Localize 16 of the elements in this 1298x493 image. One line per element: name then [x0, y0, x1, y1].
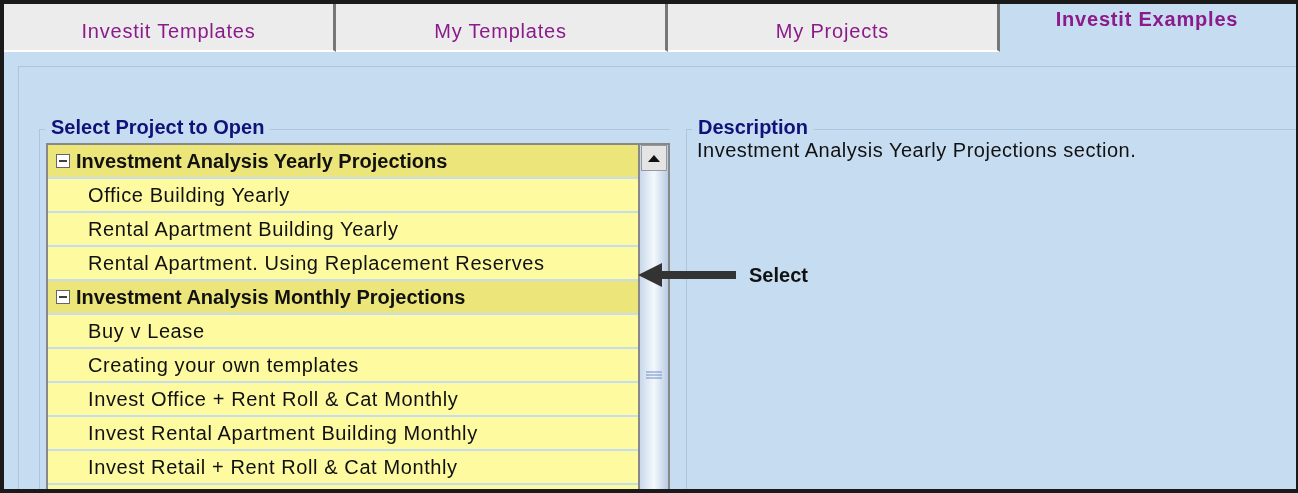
- group-label: Investment Analysis Monthly Projections: [76, 285, 466, 309]
- group-label: Investment Analysis Yearly Projections: [76, 149, 448, 173]
- collapse-icon[interactable]: [56, 290, 70, 304]
- collapse-icon[interactable]: [56, 154, 70, 168]
- scroll-up-button[interactable]: [641, 145, 667, 171]
- description-text: Investment Analysis Yearly Projections section.: [696, 139, 1138, 162]
- arrow-icon: [638, 262, 738, 288]
- up-arrow-icon: [648, 154, 660, 162]
- tab[interactable]: Investit Templates: [4, 4, 336, 52]
- tab[interactable]: My Projects: [668, 4, 1000, 52]
- grip-icon: [646, 371, 662, 379]
- scrollbar[interactable]: [640, 143, 670, 489]
- tree-group[interactable]: Investment Analysis Yearly Projections: [48, 145, 638, 179]
- tab[interactable]: My Templates: [336, 4, 668, 52]
- tree-group[interactable]: Investment Analysis Monthly Projections: [48, 281, 638, 315]
- annotation-label: Select: [749, 264, 808, 287]
